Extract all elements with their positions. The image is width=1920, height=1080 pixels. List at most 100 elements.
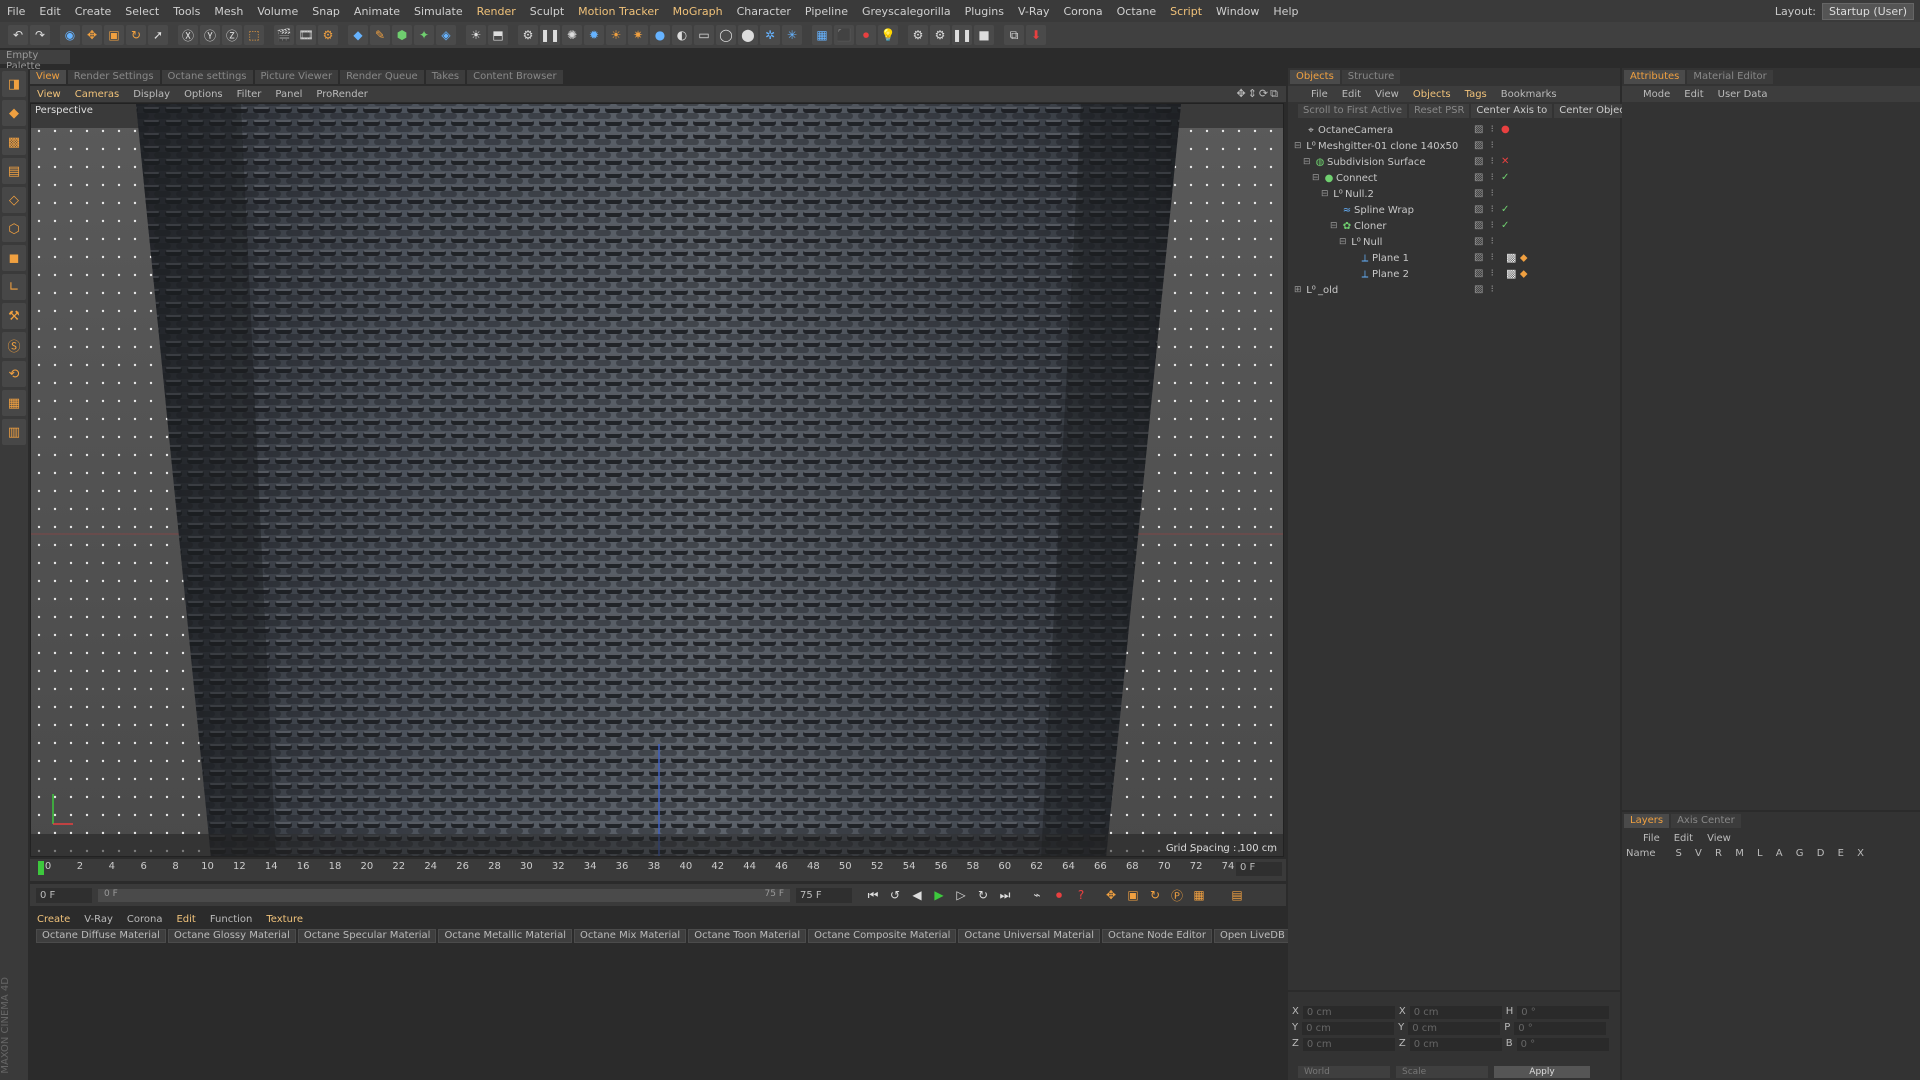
menu-tools[interactable]: Tools [166,5,207,18]
tab-attributes[interactable]: Attributes [1624,70,1686,84]
material-button-octane-glossy-material[interactable]: Octane Glossy Material [167,929,296,943]
vray-render-icon[interactable]: ⬛ [834,25,854,45]
menu-select[interactable]: Select [118,5,166,18]
grid-lock-icon[interactable]: ▦ [2,390,26,416]
octane-dark-sphere-icon[interactable]: ⬤ [738,25,758,45]
expand-icon[interactable]: ⊟ [1294,141,1304,151]
tree-label[interactable]: _old [1318,285,1338,296]
axis-mode-icon[interactable]: ∟ [2,274,26,300]
pen-icon[interactable]: ✎ [370,25,390,45]
tab-octane-settings[interactable]: Octane settings [161,70,253,84]
tab-axis-center[interactable]: Axis Center [1671,814,1741,828]
timeline-window-icon[interactable]: ▤ [1228,886,1246,904]
tree-label[interactable]: Plane 2 [1372,269,1409,280]
redo-icon[interactable]: ↷ [30,25,50,45]
corona-stop-icon[interactable]: ■ [974,25,994,45]
expand-icon[interactable]: ⊟ [1330,221,1340,231]
subdivision-icon[interactable]: ⬢ [392,25,412,45]
menu-create[interactable]: Create [68,5,119,18]
key-rotation-icon[interactable]: ↻ [1146,886,1164,904]
tree-row-null[interactable]: ⊟ L⁰ Null ▨ ⁝ [1288,234,1620,250]
tab-picture-viewer[interactable]: Picture Viewer [254,70,339,84]
tree-label[interactable]: Null [1363,237,1382,248]
layers-menu-edit[interactable]: Edit [1667,833,1700,844]
goto-end-icon[interactable]: ⏭ [996,886,1014,904]
tab-material-editor[interactable]: Material Editor [1687,70,1773,84]
expand-icon[interactable]: ⊟ [1321,189,1331,199]
workplane-icon[interactable]: ▤ [2,158,26,184]
playhead[interactable] [38,861,44,875]
prev-key-icon[interactable]: ↺ [886,886,904,904]
material-button-octane-composite-material[interactable]: Octane Composite Material [808,929,957,943]
material-button-octane-mix-material[interactable]: Octane Mix Material [574,929,687,943]
visibility-toggle-icon[interactable]: ▨ ⁝ ✓ [1474,172,1511,183]
visibility-toggle-icon[interactable]: ▨ ⁝ [1474,252,1496,263]
octane-daylight-icon[interactable]: ☀ [606,25,626,45]
objects-menu-bookmarks[interactable]: Bookmarks [1494,89,1564,100]
range-slider[interactable]: 0 F 75 F [98,888,790,902]
menu-file[interactable]: File [0,5,32,18]
goto-start-icon[interactable]: ⏮ [864,886,882,904]
tab-view[interactable]: View [30,70,66,84]
material-menu-corona[interactable]: Corona [120,914,170,925]
menu-animate[interactable]: Animate [347,5,407,18]
coord-field[interactable]: 0 cm [1409,1038,1502,1051]
octane-plane-icon[interactable]: ▭ [694,25,714,45]
material-button-octane-diffuse-material[interactable]: Octane Diffuse Material [36,929,166,943]
coord-field[interactable]: 0 ° [1514,1022,1607,1035]
tree-label[interactable]: Null.2 [1345,189,1374,200]
key-position-icon[interactable]: ✥ [1102,886,1120,904]
scale-select[interactable]: Scale [1396,1066,1488,1078]
material-button-octane-toon-material[interactable]: Octane Toon Material [688,929,807,943]
octane-star-icon[interactable]: ✲ [760,25,780,45]
menu-simulate[interactable]: Simulate [407,5,470,18]
material-area[interactable] [30,946,1286,1080]
octane-light-icon[interactable]: ✷ [628,25,648,45]
objects-button-center-axis-to[interactable]: Center Axis to [1471,104,1553,118]
coord-field[interactable]: 0 cm [1408,1022,1501,1035]
menu-octane[interactable]: Octane [1110,5,1164,18]
make-editable-icon[interactable]: ◨ [2,71,26,97]
tab-objects[interactable]: Objects [1290,70,1340,84]
edges-mode-icon[interactable]: ⬡ [2,216,26,242]
tree-row-plane-2[interactable]: ⟂ Plane 2 ▨ ⁝ ▩ ⬥ [1288,266,1620,282]
cube-icon[interactable]: ◆ [348,25,368,45]
next-key-icon[interactable]: ↻ [974,886,992,904]
scene-icon[interactable]: ☀ [466,25,486,45]
tree-row-meshgitter-01-clone-140x50[interactable]: ⊟ L⁰ Meshgitter-01 clone 140x50 ▨ ⁝ [1288,138,1620,154]
material-button-octane-specular-material[interactable]: Octane Specular Material [297,929,437,943]
tree-label[interactable]: Connect [1336,173,1377,184]
menu-mesh[interactable]: Mesh [207,5,250,18]
corona-pause-icon[interactable]: ❚❚ [952,25,972,45]
menu-script[interactable]: Script [1163,5,1209,18]
tweak-mode-icon[interactable]: ⚒ [2,303,26,329]
keyframe-selection-icon[interactable]: ⌁ [1028,886,1046,904]
camera-icon[interactable]: ⬒ [488,25,508,45]
octane-half-icon[interactable]: ◐ [672,25,692,45]
coord-field[interactable]: 0 cm [1302,1022,1395,1035]
menu-greyscalegorilla[interactable]: Greyscalegorilla [855,5,958,18]
attributes-menu-mode[interactable]: Mode [1636,89,1677,100]
record-icon[interactable]: ⏺ [1050,886,1068,904]
grid-settings-icon[interactable]: ▥ [2,419,26,445]
model-mode-icon[interactable]: ◆ [2,100,26,126]
autokey-icon[interactable]: ? [1072,886,1090,904]
coord-field[interactable]: 0 ° [1516,1038,1609,1051]
vray-frame-icon[interactable]: ▦ [812,25,832,45]
coordinate-system-icon[interactable]: ⬚ [244,25,264,45]
undo-icon[interactable]: ↶ [8,25,28,45]
tree-row-spline-wrap[interactable]: ≈ Spline Wrap ▨ ⁝ ✓ [1288,202,1620,218]
menu-edit[interactable]: Edit [32,5,67,18]
visibility-toggle-icon[interactable]: ▨ ⁝ [1474,236,1496,247]
menu-volume[interactable]: Volume [250,5,305,18]
menu-help[interactable]: Help [1266,5,1305,18]
tree-row-old[interactable]: ⊞ L⁰ _old ▨ ⁝ [1288,282,1620,298]
visibility-toggle-icon[interactable]: ▨ ⁝ ✓ [1474,220,1511,231]
material-button-octane-node-editor[interactable]: Octane Node Editor [1101,929,1212,943]
material-tag-icon[interactable]: ▩ ⬥ [1506,267,1528,281]
tab-render-settings[interactable]: Render Settings [67,70,160,84]
viewport-menu-panel[interactable]: Panel [268,89,309,100]
corona-settings-icon[interactable]: ⚙ [908,25,928,45]
viewport-navigation-icons[interactable]: ✥⇕⟳⧉ [1236,87,1280,101]
objects-menu-edit[interactable]: Edit [1335,89,1368,100]
